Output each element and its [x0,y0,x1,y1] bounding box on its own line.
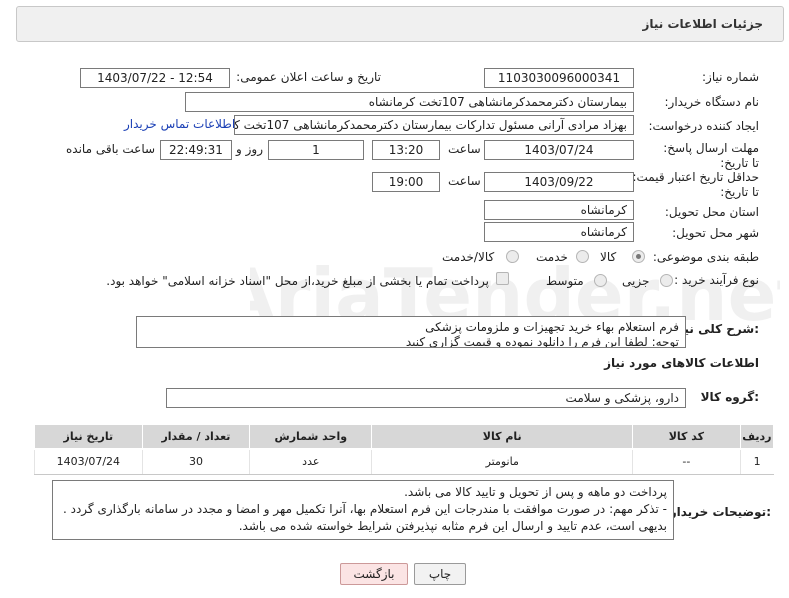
col-unit-header: واحد شمارش [249,424,373,450]
purchase-type-option-minor: جزیی [622,274,650,288]
deadline-label: مهلت ارسال پاسخ: تا تاریخ: [663,141,759,170]
price-validity-time-label: ساعت [448,174,481,188]
category-radio-goods-service[interactable] [506,250,519,263]
purchase-type-radio-medium[interactable] [594,274,607,287]
category-option-goods-service: کالا/خدمت [442,250,495,264]
col-name-header: نام کالا [371,424,634,450]
buyer-notes-label: توضیحات خریدار: [669,505,771,519]
announce-datetime-field[interactable]: 1403/07/22 - 12:54 [80,68,230,88]
treasury-payment-note: پرداخت تمام یا بخشی از مبلغ خرید،از محل … [106,274,489,288]
table-row: 1 -- مانومتر عدد 30 1403/07/24 [34,448,774,475]
province-field[interactable]: کرمانشاه [484,200,634,220]
goods-group-label: گروه کالا: [700,390,759,404]
print-button[interactable]: چاپ [414,563,466,585]
deadline-time-label: ساعت [448,142,481,156]
page-title: جزئیات اطلاعات نیاز [642,17,763,31]
buyer-org-label: نام دستگاه خریدار: [664,95,760,109]
remaining-time-field[interactable]: 22:49:31 [160,140,232,160]
goods-group-field[interactable]: دارو، پزشکی و سلامت [166,388,686,408]
deadline-days-field[interactable]: 1 [268,140,364,160]
price-validity-date-field[interactable]: 1403/09/22 [484,172,634,192]
quantity-cell: 30 [141,448,250,475]
col-qty-header: تعداد / مقدار [141,424,251,450]
general-description-line-1: فرم استعلام بهاء خرید تجهیزات و ملزومات … [425,320,679,334]
items-table-header: ردیف کد کالا نام کالا واحد شمارش تعداد /… [34,424,775,450]
buyer-notes-box[interactable]: پرداخت دو ماهه و پس از تحویل و تایید کال… [52,480,674,540]
city-label: شهر محل تحویل: [672,226,759,240]
category-radio-service[interactable] [576,250,589,263]
need-number-label: شماره نیاز: [702,70,759,84]
row-number-cell: 1 [739,448,774,475]
goods-code-cell: -- [632,448,741,475]
category-label: طبقه بندی موضوعی: [652,250,759,264]
deadline-time-field[interactable]: 13:20 [372,140,440,160]
col-code-header: کد کالا [632,424,741,450]
purchase-type-label: نوع فرآیند خرید : [674,273,759,287]
deadline-days-label: روز و [236,142,263,156]
unit-cell: عدد [249,448,372,475]
purchase-type-radio-minor[interactable] [660,274,673,287]
buyer-org-field[interactable]: بیمارستان دکترمحمدکرمانشاهی 107تخت کرمان… [185,92,634,112]
announce-datetime-label: تاریخ و ساعت اعلان عمومی: [236,70,381,84]
items-section-title: اطلاعات کالاهای مورد نیاز [604,356,759,370]
creator-label: ایجاد کننده درخواست: [648,119,759,133]
remaining-time-label: ساعت باقی مانده [66,142,156,156]
purchase-type-option-medium: متوسط [546,274,584,288]
category-radio-goods[interactable] [632,250,645,263]
need-number-field[interactable]: 1103030096000341 [484,68,634,88]
general-description-line-2: توجه: لطفا این فرم را دانلود نموده و قیم… [405,335,679,348]
general-description-box[interactable]: فرم استعلام بهاء خرید تجهیزات و ملزومات … [136,316,686,348]
goods-name-cell: مانومتر [371,448,633,475]
deadline-date-field[interactable]: 1403/07/24 [484,140,634,160]
buyer-contact-link[interactable]: اطلاعات تماس خریدار [124,117,235,131]
price-validity-label: حداقل تاریخ اعتبار قیمت: تا تاریخ: [632,170,759,199]
treasury-payment-checkbox[interactable] [496,272,509,285]
category-option-goods: کالا [600,250,617,264]
category-option-service: خدمت [536,250,568,264]
buyer-notes-line-3: بدیهی است، عدم تایید و ارسال این فرم مثا… [238,519,667,533]
buyer-notes-line-2: - تذکر مهم: در صورت موافقت با مندرجات ای… [62,502,667,516]
col-date-header: تاریخ نیاز [34,424,143,450]
city-field[interactable]: کرمانشاه [484,222,634,242]
creator-field[interactable]: بهزاد مرادی آرانی مسئول تدارکات بیمارستا… [234,115,634,135]
page-header: جزئیات اطلاعات نیاز [16,6,784,42]
col-row-header: ردیف [739,424,775,450]
province-label: استان محل تحویل: [664,205,759,219]
buyer-notes-line-1: پرداخت دو ماهه و پس از تحویل و تایید کال… [404,485,667,499]
price-validity-time-field[interactable]: 19:00 [372,172,440,192]
need-date-cell: 1403/07/24 [34,448,143,475]
back-button[interactable]: بازگشت [340,563,408,585]
items-table: ردیف کد کالا نام کالا واحد شمارش تعداد /… [34,424,775,475]
